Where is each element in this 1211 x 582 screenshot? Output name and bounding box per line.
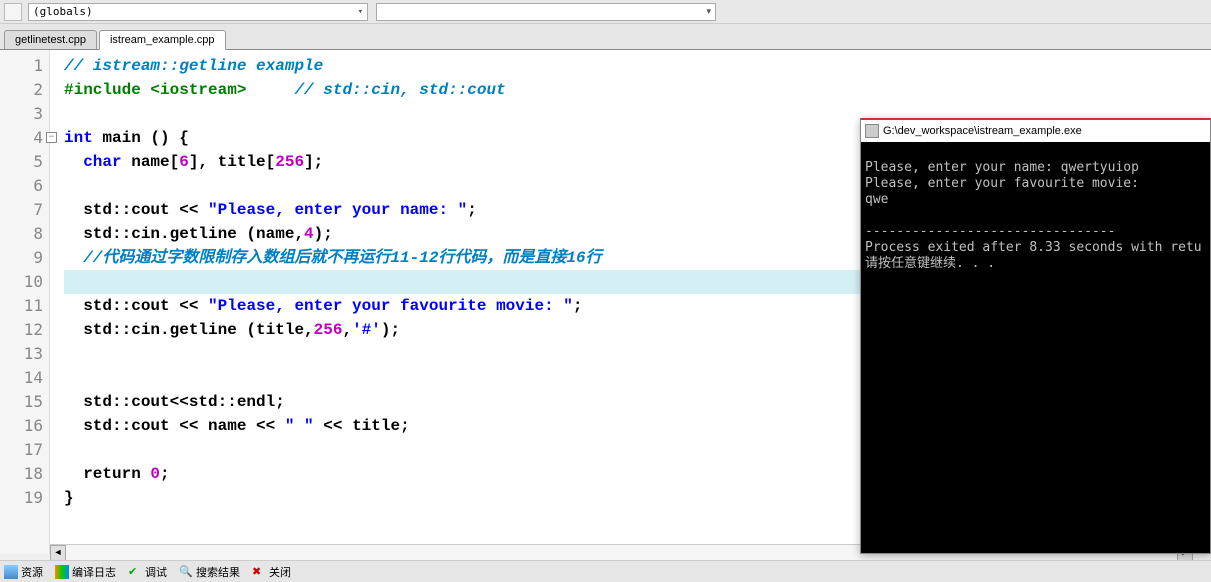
close-icon: ✖ [252,565,266,579]
tab-getlinetest[interactable]: getlinetest.cpp [4,30,97,49]
line-num: 11 [0,294,49,318]
line-num: 15 [0,390,49,414]
tab-label: istream_example.cpp [110,34,215,46]
line-num: 13 [0,342,49,366]
line-num: 12 [0,318,49,342]
line-num: 10 [0,270,49,294]
log-icon [55,565,69,579]
console-line: Process exited after 8.33 seconds with r… [865,240,1202,255]
line-num: 16 [0,414,49,438]
line-num: 8 [0,222,49,246]
line-num: 6 [0,174,49,198]
tab-label: getlinetest.cpp [15,34,86,46]
console-line: -------------------------------- [865,224,1115,239]
fold-minus-icon[interactable]: − [46,132,57,143]
bottom-search-tab[interactable]: 🔍 搜索结果 [179,564,240,580]
console-line: Please, enter your name: qwertyuiop [865,160,1139,175]
code-line: // istream::getline example [64,54,1211,78]
console-title: G:\dev_workspace\istream_example.exe [883,125,1082,137]
console-line: qwe [865,192,888,207]
resource-icon [4,565,18,579]
bottom-label: 资源 [21,564,43,580]
bottom-resource-tab[interactable]: 资源 [4,564,43,580]
tabs-bar: getlinetest.cpp istream_example.cpp [0,24,1211,50]
line-num: 7 [0,198,49,222]
bottom-bar: 资源 编译日志 ✔ 调试 🔍 搜索结果 ✖ 关闭 [0,560,1211,582]
line-num: 5 [0,150,49,174]
tab-istream-example[interactable]: istream_example.cpp [99,30,226,50]
console-app-icon [865,124,879,138]
line-num: 18 [0,462,49,486]
debug-icon: ✔ [128,565,142,579]
console-body[interactable]: Please, enter your name: qwertyuiop Plea… [861,142,1210,274]
scroll-left-icon[interactable]: ◄ [50,545,66,561]
bottom-label: 编译日志 [72,564,116,580]
bottom-close-tab[interactable]: ✖ 关闭 [252,564,291,580]
line-num: 9 [0,246,49,270]
line-num: 2 [0,78,49,102]
bottom-debug-tab[interactable]: ✔ 调试 [128,564,167,580]
gutter: 1 2 3 4− 5 6 7 8 9 10 11 12 13 14 15 16 … [0,50,50,554]
console-line: Please, enter your favourite movie: [865,176,1139,191]
toolbar-button[interactable] [4,3,22,21]
line-num: 19 [0,486,49,510]
bottom-label: 调试 [145,564,167,580]
code-line: #include <iostream> // std::cin, std::co… [64,78,1211,102]
line-num: 3 [0,102,49,126]
bottom-label: 关闭 [269,564,291,580]
globals-label: (globals) [33,5,93,18]
symbol-dropdown[interactable] [376,3,716,21]
globals-dropdown[interactable]: (globals) [28,3,368,21]
line-num: 1 [0,54,49,78]
bottom-label: 搜索结果 [196,564,240,580]
search-icon: 🔍 [179,565,193,579]
line-num: 4− [0,126,49,150]
console-titlebar[interactable]: G:\dev_workspace\istream_example.exe [861,120,1210,142]
bottom-compile-log-tab[interactable]: 编译日志 [55,564,116,580]
console-window: G:\dev_workspace\istream_example.exe Ple… [860,118,1211,554]
console-line: 请按任意键继续. . . [865,256,995,271]
top-toolbar: (globals) [0,0,1211,24]
line-num: 17 [0,438,49,462]
line-num: 14 [0,366,49,390]
